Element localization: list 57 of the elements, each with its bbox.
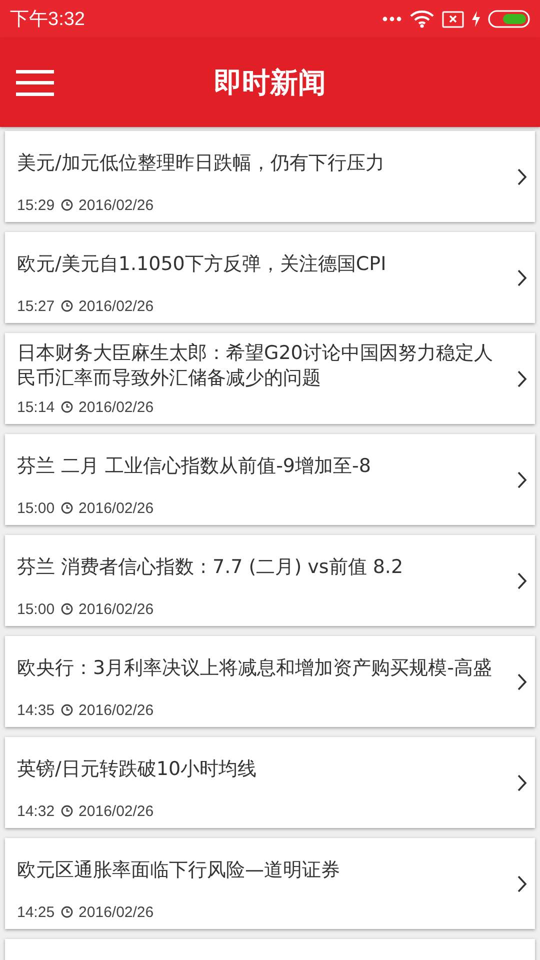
- news-card[interactable]: 芬兰 消费者信心指数 : 7.7 (二月) vs前值 8.2 15:00 2016/02/26: [5, 535, 535, 626]
- news-time: 14:25: [17, 904, 55, 920]
- chevron-right-icon: [517, 470, 527, 488]
- chevron-right-icon: [517, 874, 527, 892]
- news-headline: 欧元区通胀率面临下行风险—道明证券: [17, 858, 340, 883]
- menu-button[interactable]: [16, 68, 54, 96]
- chevron-right-icon: [517, 672, 527, 690]
- clock-icon: [60, 603, 73, 615]
- battery-icon: [488, 10, 530, 28]
- clock-icon: [60, 502, 73, 514]
- news-date: 2016/02/26: [78, 500, 154, 516]
- news-time: 14:32: [17, 802, 55, 820]
- chevron-right-icon: [517, 268, 527, 286]
- clock-icon: [60, 199, 73, 211]
- news-time: 15:14: [17, 398, 55, 416]
- news-headline: 日本财务大臣麻生太郎：希望G20讨论中国因努力稳定人民币汇率而导致外汇储备减少的问题: [17, 340, 494, 390]
- news-card[interactable]: 欧元/美元自1.1050下方反弹，关注德国CPI 15:27 2016/02/26: [5, 232, 535, 323]
- news-headline: 欧央行：3月利率决议上将减息和增加资产购买规模-高盛: [17, 656, 492, 681]
- clock-icon: [60, 401, 73, 413]
- clock-icon: [60, 906, 73, 918]
- status-time: 下午3:32: [10, 8, 85, 32]
- wifi-icon: [410, 10, 434, 28]
- menu-icon: [16, 68, 54, 96]
- news-time: 14:35: [17, 702, 55, 718]
- chevron-right-icon: [517, 168, 527, 186]
- clock-icon: [60, 300, 73, 312]
- news-date: 2016/02/26: [78, 600, 154, 618]
- news-time: 15:29: [17, 196, 55, 214]
- chevron-right-icon: [517, 774, 527, 792]
- chevron-right-icon: [517, 572, 527, 590]
- news-date: 2016/02/26: [78, 298, 154, 314]
- news-date: 2016/02/26: [78, 702, 154, 718]
- news-headline: 芬兰 消费者信心指数 : 7.7 (二月) vs前值 8.2: [17, 555, 404, 580]
- news-card[interactable]: 欧元区通胀率面临下行风险—道明证券 14:25 2016/02/26: [5, 838, 535, 929]
- charging-icon: [472, 11, 480, 27]
- news-card[interactable]: 芬兰 二月 工业信心指数从前值-9增加至-8 15:00 2016/02/26: [5, 434, 535, 525]
- news-card[interactable]: 美元/加元低位整理昨日跌幅，仍有下行压力 15:29 2016/02/26: [5, 131, 535, 222]
- chevron-right-icon: [517, 370, 527, 388]
- news-headline: 欧元/美元自1.1050下方反弹，关注德国CPI: [17, 252, 386, 277]
- news-time: 15:00: [17, 600, 55, 618]
- news-headline: 英镑/日元转跌破10小时均线: [17, 757, 257, 782]
- news-date: 2016/02/26: [78, 904, 154, 920]
- news-card[interactable]: 日本财务大臣麻生太郎：希望G20讨论中国因努力稳定人民币汇率而导致外汇储备减少的问题 15:14 2016/02/26: [5, 333, 535, 424]
- news-headline: 美元/加元低位整理昨日跌幅，仍有下行压力: [17, 151, 384, 176]
- news-card[interactable]: 欧央行：3月利率决议上将减息和增加资产购买规模-高盛 14:35 2016/02/26: [5, 636, 535, 727]
- clock-icon: [60, 805, 73, 817]
- news-headline: 芬兰 二月 工业信心指数从前值-9增加至-8: [17, 454, 371, 479]
- clock-icon: [60, 704, 73, 716]
- news-card[interactable]: 英镑/日元转跌破10小时均线 14:32 2016/02/26: [5, 737, 535, 828]
- news-time: 15:00: [17, 500, 55, 516]
- no-sim-icon: [442, 10, 464, 28]
- news-time: 15:27: [17, 298, 55, 314]
- more-dots-icon: [382, 16, 402, 22]
- page-title: 即时新闻: [214, 64, 326, 100]
- news-date: 2016/02/26: [78, 196, 154, 214]
- news-date: 2016/02/26: [78, 802, 154, 820]
- news-date: 2016/02/26: [78, 398, 154, 416]
